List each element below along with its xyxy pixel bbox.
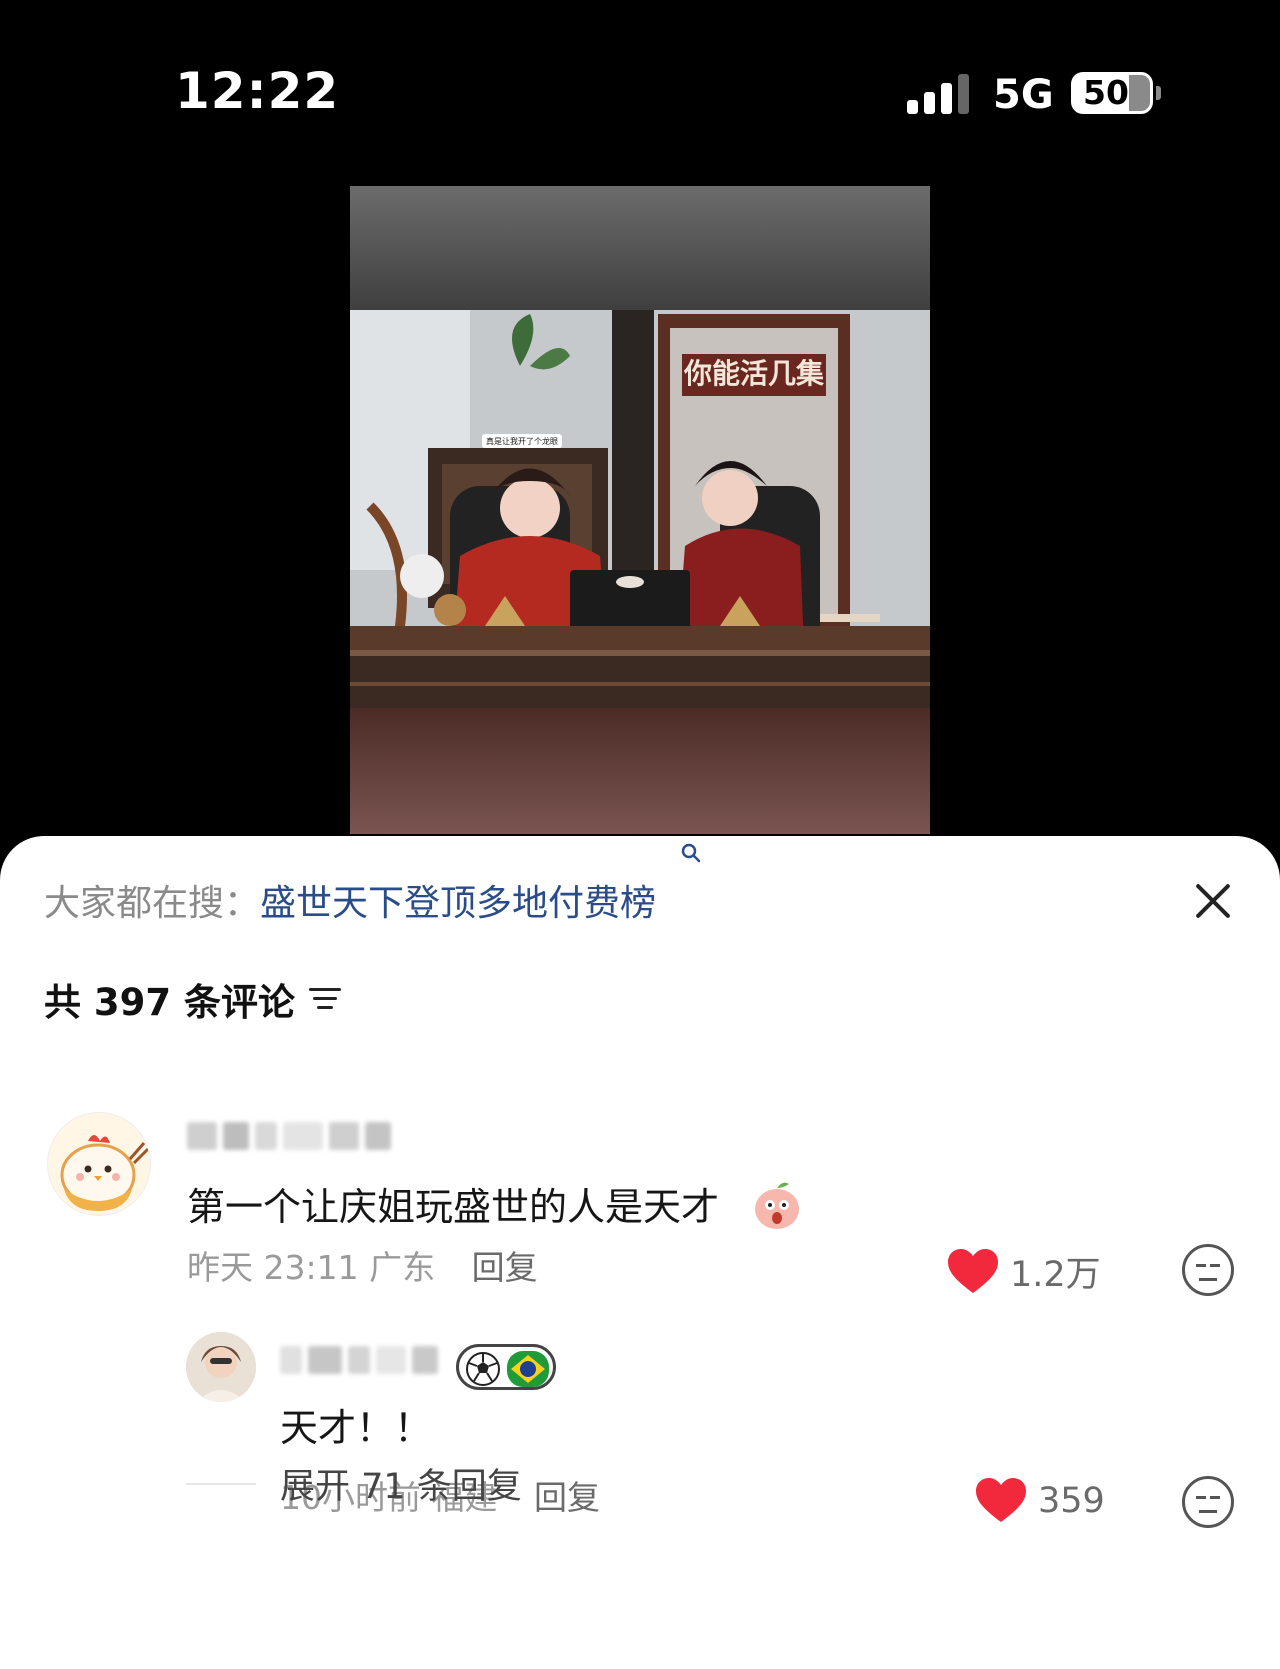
hot-search-bar[interactable]: 大家都在搜：盛世天下登顶多地付费榜	[44, 880, 656, 928]
soccer-ball-icon	[466, 1352, 500, 1386]
status-bar: 12:22 5G 50	[0, 0, 1280, 180]
heart-icon	[948, 1248, 998, 1293]
comment-meta: 昨天 23:11 广东 回复	[187, 1246, 538, 1290]
reply-reply-button[interactable]: 回复	[534, 1478, 600, 1517]
battery-tip	[1156, 86, 1161, 100]
brazil-flag-icon	[507, 1351, 549, 1387]
video-player[interactable]: 你能活几集 真是让我开了个龙眼	[350, 186, 930, 834]
reply-like-count: 359	[1038, 1481, 1105, 1521]
network-type: 5G	[993, 72, 1054, 118]
reply-like-button[interactable]: 359	[976, 1478, 1105, 1524]
battery-icon: 50	[1071, 72, 1153, 114]
heart-icon	[976, 1478, 1026, 1522]
chick-avatar-icon	[60, 1135, 150, 1211]
reply-text: 天才！！	[280, 1406, 433, 1450]
sort-icon[interactable]	[309, 986, 341, 1012]
signal-icon	[907, 74, 971, 114]
video-frame: 你能活几集 真是让我开了个龙眼	[350, 186, 930, 834]
username-blurred[interactable]	[187, 1122, 391, 1150]
comment-location: 广东	[369, 1248, 436, 1287]
comment-count: 共 397 条评论	[44, 981, 295, 1024]
user-badge	[456, 1344, 556, 1390]
comment-text: 第一个让庆姐玩盛世的人是天才	[187, 1181, 719, 1233]
portrait-avatar-icon	[186, 1332, 256, 1402]
avatar[interactable]	[47, 1112, 151, 1216]
search-icon	[681, 843, 701, 863]
hot-search-label: 大家都在搜：	[44, 883, 261, 924]
peach-face-emoji-icon	[755, 1182, 799, 1229]
like-button[interactable]: 1.2万	[948, 1246, 1101, 1297]
reply-dislike-face-icon[interactable]	[1182, 1476, 1234, 1528]
comment-time: 昨天 23:11	[187, 1248, 359, 1287]
dislike-face-icon[interactable]	[1182, 1244, 1234, 1296]
expand-replies-button[interactable]: 展开 71 条回复	[186, 1458, 522, 1509]
reply-username-blurred[interactable]	[280, 1346, 438, 1374]
expand-divider	[186, 1482, 256, 1485]
expand-replies-label: 展开 71 条回复	[280, 1467, 522, 1507]
comment-body: 第一个让庆姐玩盛世的人是天才	[187, 1185, 720, 1229]
status-time: 12:22	[175, 62, 340, 120]
video-sign-text: 你能活几集	[683, 357, 824, 390]
hot-search-query[interactable]: 盛世天下登顶多地付费榜	[260, 883, 656, 924]
comment-count-row: 共 397 条评论	[44, 974, 341, 1024]
like-count: 1.2万	[1010, 1255, 1101, 1295]
video-caption-text: 真是让我开了个龙眼	[486, 436, 558, 446]
close-button[interactable]	[1188, 876, 1238, 926]
reply-button[interactable]: 回复	[472, 1248, 538, 1287]
reply-avatar[interactable]	[186, 1332, 256, 1402]
comments-sheet: 大家都在搜：盛世天下登顶多地付费榜 共 397 条评论 第一个让庆姐玩盛世的人是…	[0, 836, 1280, 1669]
battery-level: 50	[1083, 73, 1129, 112]
